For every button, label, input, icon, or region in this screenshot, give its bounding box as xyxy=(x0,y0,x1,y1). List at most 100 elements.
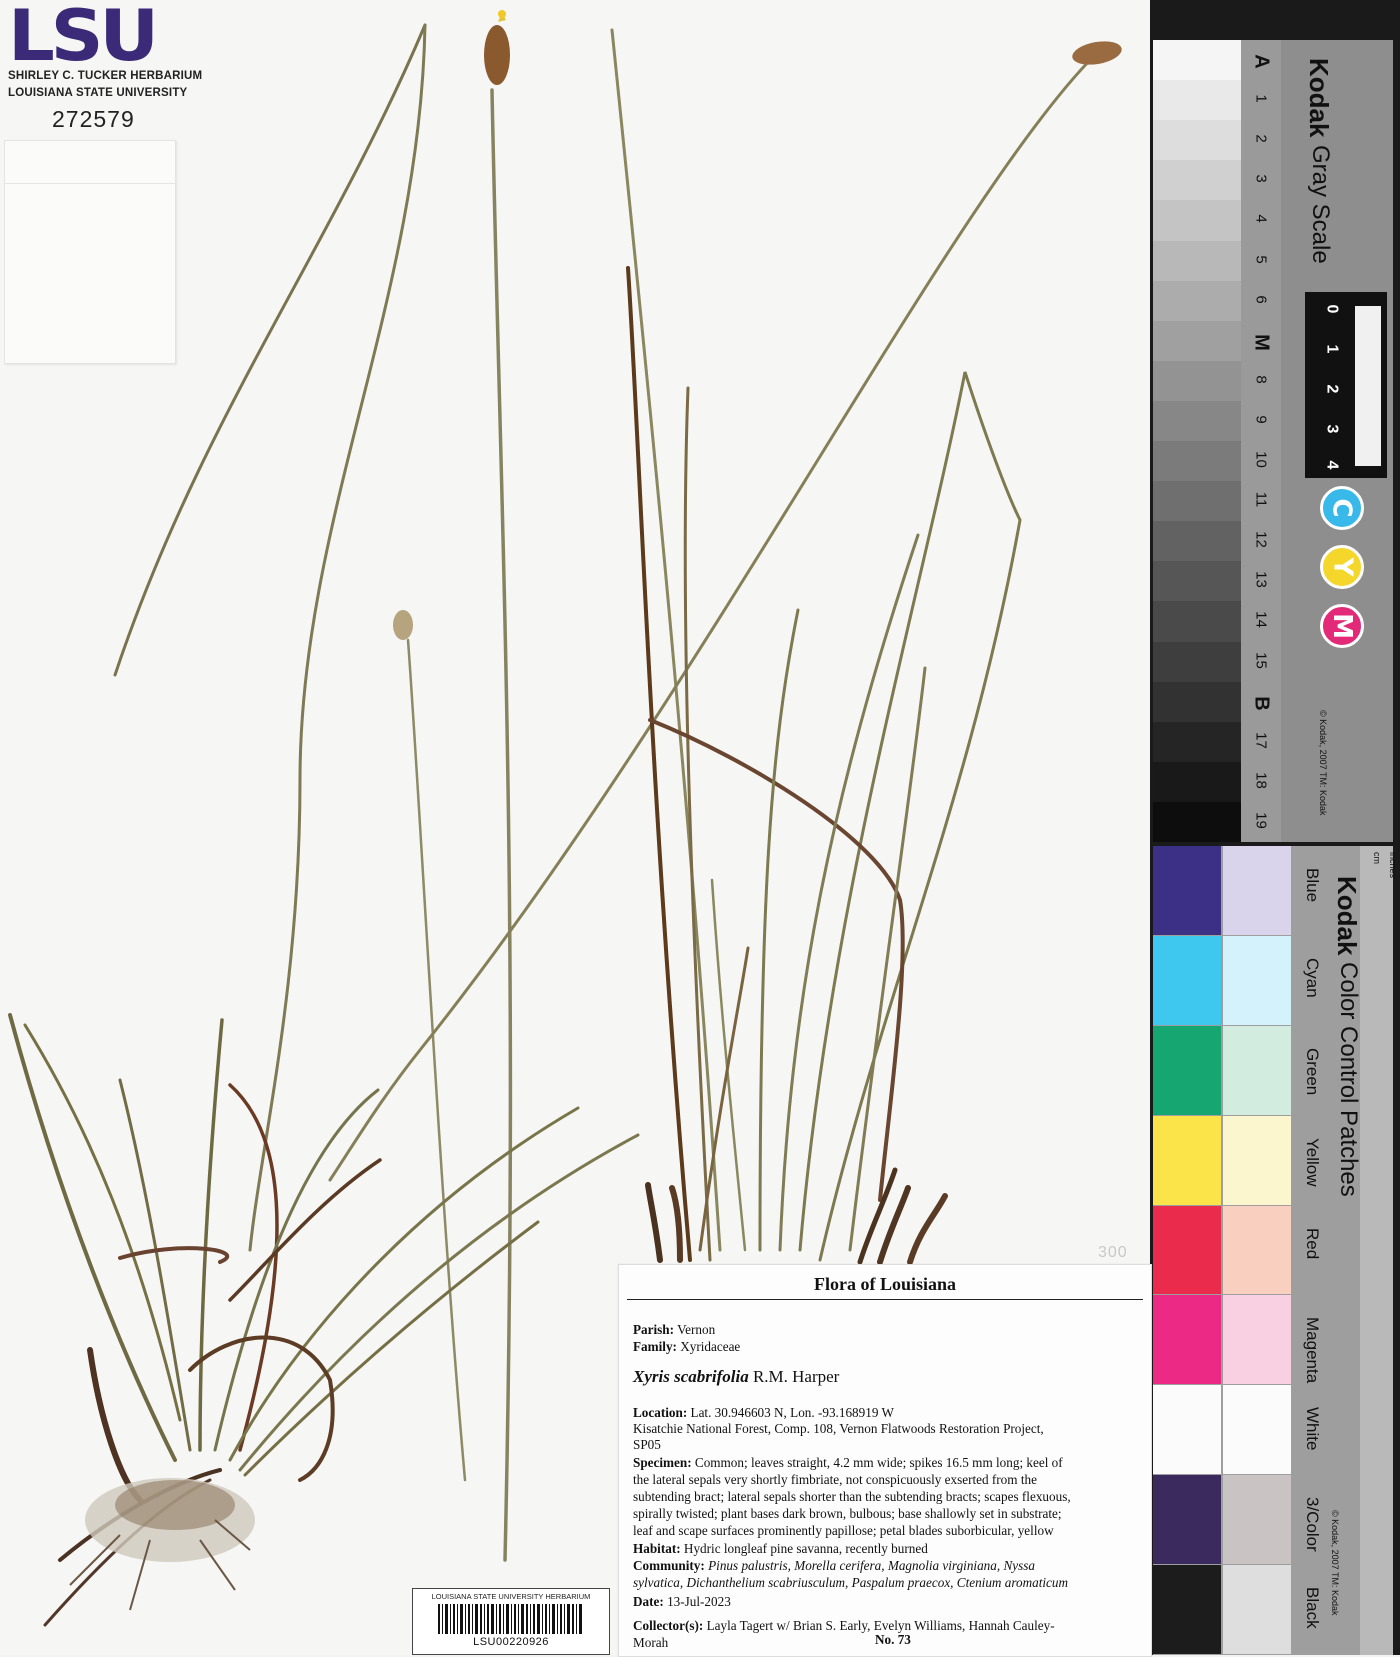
habitat-line: Habitat: Hydric longleaf pine savanna, r… xyxy=(633,1541,928,1556)
gray-step-label: 14 xyxy=(1252,611,1270,629)
gray-patch xyxy=(1153,280,1241,322)
gray-patch xyxy=(1153,601,1241,642)
gray-scale-copyright: © Kodak, 2007 TM: Kodak xyxy=(1318,710,1328,816)
color-patch xyxy=(1153,935,1221,1025)
label-rule xyxy=(627,1298,1143,1300)
gray-step-label: 17 xyxy=(1252,731,1270,749)
family-line: Family: Xyridaceae xyxy=(633,1339,741,1354)
color-patch-tint xyxy=(1223,1115,1291,1205)
inch-cm-ruler xyxy=(1360,846,1393,1655)
gray-step-label: 15 xyxy=(1252,651,1270,669)
gray-patch xyxy=(1153,441,1241,482)
gray-step-label: 5 xyxy=(1252,254,1270,264)
color-patch-name: Magenta xyxy=(1303,1317,1322,1384)
gray-patch xyxy=(1153,561,1241,602)
barcode-number: LSU00220926 xyxy=(473,1636,549,1648)
gray-patch xyxy=(1153,120,1241,161)
color-patch-tint xyxy=(1223,1565,1291,1654)
ruler-number: 0 xyxy=(1323,304,1341,314)
parish-line: Parish: Vernon xyxy=(633,1322,716,1337)
specimen-line-2: the lateral sepals very shortly fimbriat… xyxy=(633,1472,1037,1487)
color-ruler-unit: cm xyxy=(1372,852,1382,864)
cyan-dot: C xyxy=(1320,486,1364,530)
specimen-line-4: spirally twisted; plant bases dark brown… xyxy=(633,1506,1062,1521)
color-patch-tint xyxy=(1223,846,1291,935)
gray-step-label: 12 xyxy=(1252,531,1270,549)
barcode-label: LOUISIANA STATE UNIVERSITY HERBARIUM LSU… xyxy=(412,1588,610,1655)
gray-step-label: 8 xyxy=(1252,375,1270,384)
date-line: Date: 13-Jul-2023 xyxy=(633,1594,731,1609)
location-line: Location: Lat. 30.946603 N, Lon. -93.168… xyxy=(633,1405,894,1420)
color-ruler-unit-2: inches xyxy=(1388,852,1398,879)
color-patch-tint xyxy=(1223,1475,1291,1565)
gray-patch xyxy=(1153,481,1241,522)
color-patch-name: Cyan xyxy=(1303,957,1322,998)
color-patch-name: Yellow xyxy=(1303,1137,1322,1187)
gray-patch xyxy=(1153,641,1241,683)
barcode-bars xyxy=(438,1604,582,1634)
gray-patch xyxy=(1153,160,1241,201)
color-patch xyxy=(1153,1205,1221,1295)
gray-step-label: 13 xyxy=(1252,571,1270,589)
ruler-number: 1 xyxy=(1323,344,1341,354)
community-line: Community: Pinus palustris, Morella ceri… xyxy=(633,1558,1035,1573)
gray-step-label: 3 xyxy=(1252,174,1270,184)
ruler-number: 2 xyxy=(1323,384,1341,394)
collection-number: No. 73 xyxy=(875,1632,911,1647)
gray-patch xyxy=(1153,801,1241,843)
gray-step-label: 2 xyxy=(1252,134,1270,143)
gray-patch xyxy=(1153,681,1241,723)
barcode-institution: LOUISIANA STATE UNIVERSITY HERBARIUM xyxy=(431,1592,591,1601)
gray-step-label: A xyxy=(1250,54,1273,69)
color-patch xyxy=(1153,1565,1221,1654)
gray-step-label: 10 xyxy=(1252,451,1270,468)
ruler-number: 4 xyxy=(1323,460,1341,470)
gray-step-label: 9 xyxy=(1252,415,1270,424)
color-patch-name: Black xyxy=(1303,1587,1322,1629)
color-patch-name: White xyxy=(1303,1407,1322,1451)
gray-step-label: 19 xyxy=(1252,812,1270,829)
ruler-face xyxy=(1355,306,1381,466)
location-line-2: Kisatchie National Forest, Comp. 108, Ve… xyxy=(633,1421,1044,1436)
gray-patch xyxy=(1153,721,1241,763)
color-patch-tint xyxy=(1223,935,1291,1025)
color-patch-tint xyxy=(1223,1205,1291,1295)
yellow-dot: Y xyxy=(1320,545,1364,589)
gray-step-label: M xyxy=(1250,333,1273,351)
gray-patch xyxy=(1153,360,1241,402)
color-patches-copyright: © Kodak, 2007 TM: Kodak xyxy=(1330,1510,1340,1616)
specimen-line: Specimen: Common; leaves straight, 4.2 m… xyxy=(633,1455,1063,1470)
cm-ruler: 0 1 2 3 4 xyxy=(1305,292,1387,478)
gray-scale-title: Gray Scale xyxy=(1307,145,1334,264)
color-patch xyxy=(1153,1385,1221,1475)
color-patch xyxy=(1153,1475,1221,1565)
community-line-2: sylvatica, Dichanthelium scabriusculum, … xyxy=(633,1575,1069,1590)
color-patch xyxy=(1153,846,1221,935)
gray-patch xyxy=(1153,400,1241,442)
pencil-note: 300 xyxy=(1098,1244,1128,1261)
specimen-line-5: leaf and scape surfaces prominently papi… xyxy=(633,1523,1054,1538)
magenta-dot: M xyxy=(1320,604,1364,648)
color-patch-tint xyxy=(1223,1385,1291,1475)
gray-patch xyxy=(1153,521,1241,562)
gray-scale-brand: Kodak xyxy=(1304,58,1334,138)
color-patch xyxy=(1153,1115,1221,1205)
ruler-number: 3 xyxy=(1323,424,1341,434)
taxon-line: Xyris scabrifolia R.M. Harper xyxy=(633,1367,840,1386)
color-patch xyxy=(1153,1025,1221,1115)
color-patches-brand: Kodak xyxy=(1332,876,1362,956)
gray-step-label: B xyxy=(1250,695,1273,711)
color-patch-tint xyxy=(1223,1295,1291,1385)
gray-patch xyxy=(1153,80,1241,121)
gray-patch xyxy=(1153,761,1241,803)
color-patch xyxy=(1153,1295,1221,1385)
gray-step-label: 18 xyxy=(1252,772,1270,789)
gray-step-label: 11 xyxy=(1252,491,1270,508)
gray-step-label: 6 xyxy=(1252,294,1270,304)
location-line-3: SP05 xyxy=(633,1437,661,1452)
color-patch-tint xyxy=(1223,1025,1291,1115)
label-title: Flora of Louisiana xyxy=(813,1274,956,1294)
color-patch-name: Red xyxy=(1303,1227,1322,1259)
gray-step-label: 4 xyxy=(1252,214,1270,224)
color-patch-name: Green xyxy=(1303,1047,1322,1096)
